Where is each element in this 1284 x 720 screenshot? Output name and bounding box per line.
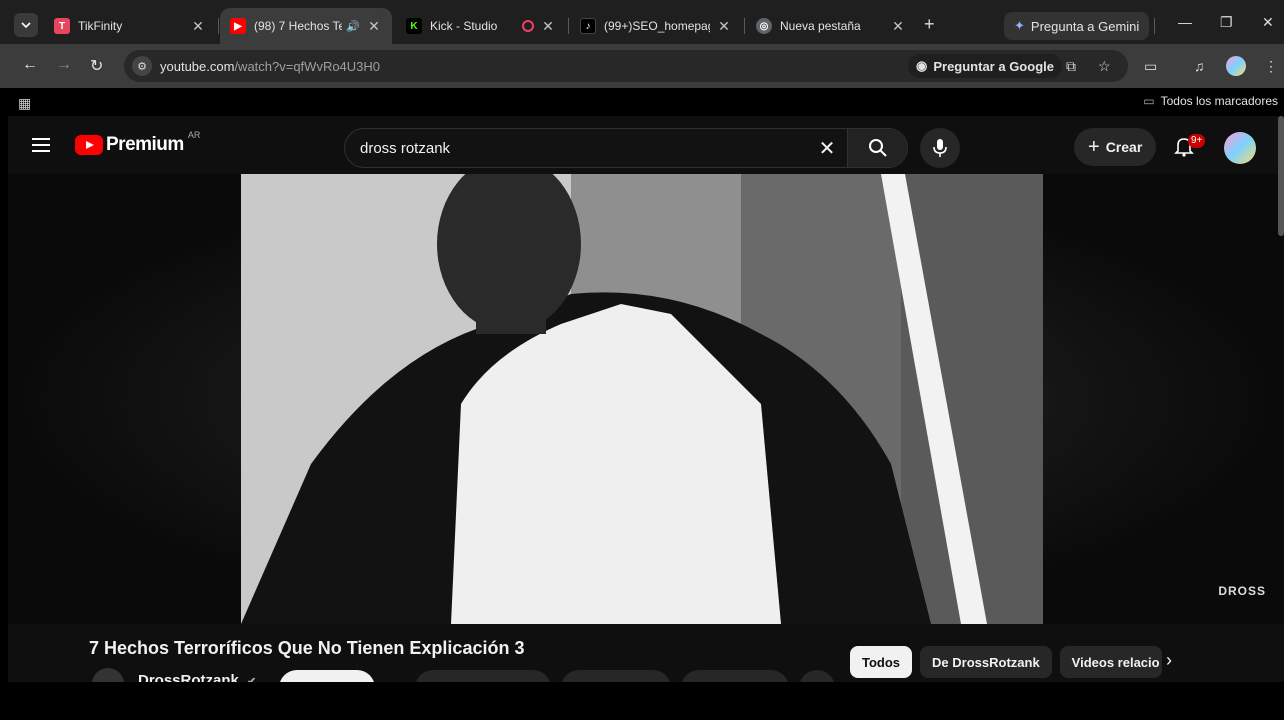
youtube-page: Premium AR ✕ + Crear 9+ [8,116,1284,682]
create-label: Crear [1105,139,1143,155]
chevron-down-icon [21,22,31,29]
chevron-right-icon[interactable]: › [1166,650,1172,671]
forward-icon[interactable]: → [56,56,72,74]
bookmark-star-icon[interactable]: ☆ [1098,58,1111,75]
channel-name-row[interactable]: DrossRotzank ✔ [138,672,256,682]
video-still-image [241,174,1043,624]
folder-icon: ▭ [1143,94,1155,108]
more-actions-button[interactable] [799,670,835,682]
video-info: 7 Hechos Terroríficos Que No Tienen Expl… [8,624,1284,682]
cast-icon[interactable]: ▭ [1144,58,1157,75]
tab-title: Kick - Studio [430,19,498,33]
voice-search-button[interactable] [920,128,960,168]
subscribe-button[interactable] [279,670,375,682]
search-button[interactable] [847,129,907,167]
media-controls-icon[interactable]: ♫ [1194,58,1205,74]
video-title: 7 Hechos Terroríficos Que No Tienen Expl… [89,638,525,658]
channel-watermark[interactable]: DROSS [1218,584,1266,598]
gemini-label: Pregunta a Gemini [1030,18,1140,34]
tab-title: TikFinity [78,19,123,33]
action-button[interactable] [415,670,551,682]
logo-region: AR [187,130,201,140]
tab-new-tab[interactable]: ◎ Nueva pestaña ✕ [746,8,916,44]
profile-avatar[interactable] [1226,56,1246,76]
search-input[interactable] [345,129,807,167]
ask-google-button[interactable]: ◉ Preguntar a Google [908,54,1062,78]
restore-icon[interactable]: ❐ [1220,14,1233,31]
chip-todos[interactable]: Todos [850,646,913,678]
speaker-icon[interactable]: 🔊 [346,20,360,33]
youtube-icon: ▶ [230,18,246,34]
close-tab-icon[interactable]: ✕ [540,18,556,35]
action-button[interactable] [561,670,671,682]
gemini-button[interactable]: ✦ Pregunta a Gemini [1004,12,1150,40]
tab-tiktok[interactable]: ♪ (99+)SEO_homepage ✕ [570,8,742,44]
close-tab-icon[interactable]: ✕ [716,18,732,35]
related-filter-chips: Todos De DrossRotzank Videos relacio [850,646,1170,678]
tab-kick[interactable]: K Kick - Studio ✕ [396,8,566,44]
tab-divider [568,18,569,34]
new-tab-button[interactable]: + [924,14,935,35]
recording-icon [522,20,534,32]
hamburger-menu-icon[interactable] [32,138,50,152]
video-frame[interactable] [241,174,1043,624]
back-icon[interactable]: ← [22,56,38,74]
lens-icon: ◉ [916,58,928,73]
tab-title: Nueva pestaña [780,19,861,33]
search-icon [868,139,887,157]
microphone-icon [933,139,947,157]
minimize-icon[interactable]: — [1178,14,1192,30]
all-bookmarks-button[interactable]: ▭ Todos los marcadores [1143,94,1278,108]
install-app-icon[interactable]: ⧉ [1066,58,1076,75]
notifications-badge: 9+ [1188,134,1206,148]
logo-text: Premium [106,134,184,155]
tab-search-button[interactable] [14,13,38,37]
url-text[interactable]: youtube.com/watch?v=qfWvRo4U3H0 [160,59,380,74]
chrome-icon: ◎ [756,18,772,34]
tikfinity-icon: T [54,18,70,34]
all-bookmarks-label: Todos los marcadores [1160,94,1278,108]
tab-divider [1154,18,1155,34]
gemini-sparkle-icon: ✦ [1014,18,1025,33]
youtube-play-icon [75,135,103,155]
youtube-avatar[interactable] [1224,132,1256,164]
tab-divider [218,18,219,34]
tab-title: (98) 7 Hechos Terr [254,19,343,33]
page-scrollbar[interactable] [1278,116,1284,236]
close-tab-icon[interactable]: ✕ [366,18,382,35]
clear-search-icon[interactable]: ✕ [807,136,847,161]
chip-videos-relacionados[interactable]: Videos relacio [1059,646,1162,678]
search-box: ✕ [344,128,908,168]
channel-name: DrossRotzank [138,672,239,682]
url-host: youtube.com [160,58,235,74]
tab-divider [744,18,745,34]
browser-tab-strip: T TikFinity ✕ ▶ (98) 7 Hechos Terr 🔊 ✕ K… [0,0,1284,44]
tiktok-icon: ♪ [580,18,596,34]
tab-title: (99+)SEO_homepage [604,19,710,33]
channel-avatar[interactable] [92,668,124,682]
youtube-header: Premium AR ✕ + Crear 9+ [8,120,1284,176]
action-button[interactable] [681,670,789,682]
video-player[interactable]: DROSS [8,174,1284,624]
close-window-icon[interactable]: ✕ [1262,14,1274,31]
browser-toolbar: ← → ↻ ⚙ youtube.com/watch?v=qfWvRo4U3H0 … [0,44,1284,88]
close-tab-icon[interactable]: ✕ [890,18,906,35]
plus-icon: + [1088,135,1100,158]
chip-de-drossrotzank[interactable]: De DrossRotzank [920,646,1052,678]
reload-icon[interactable]: ↻ [90,56,103,76]
site-info-icon[interactable]: ⚙ [132,56,152,76]
create-button[interactable]: + Crear [1074,128,1157,166]
verified-icon: ✔ [247,676,257,682]
close-tab-icon[interactable]: ✕ [190,18,206,35]
tab-youtube[interactable]: ▶ (98) 7 Hechos Terr 🔊 ✕ [220,8,392,44]
ask-google-label: Preguntar a Google [933,58,1054,74]
url-path: /watch?v=qfWvRo4U3H0 [234,58,381,74]
bookmarks-bar: ▦ ▭ Todos los marcadores [0,88,1284,116]
menu-kebab-icon[interactable]: ⋮ [1264,58,1278,75]
kick-icon: K [406,18,422,34]
youtube-logo[interactable]: Premium AR [75,130,200,156]
apps-grid-icon[interactable]: ▦ [18,95,31,112]
tab-tikfinity[interactable]: T TikFinity ✕ [44,8,216,44]
